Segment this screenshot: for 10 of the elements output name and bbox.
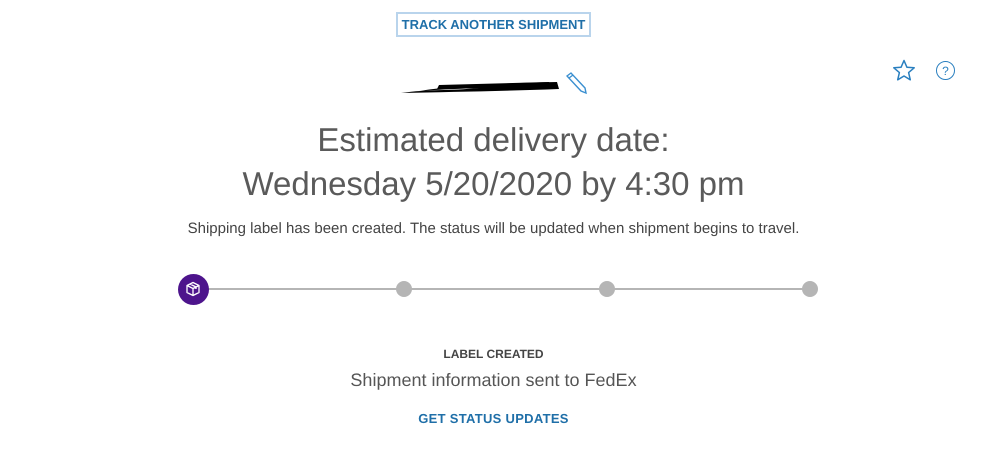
help-icon[interactable]: ? bbox=[936, 61, 955, 80]
status-title: LABEL CREATED bbox=[443, 347, 544, 361]
pencil-icon[interactable] bbox=[564, 71, 588, 95]
star-icon[interactable] bbox=[892, 59, 916, 82]
box-icon bbox=[185, 281, 201, 297]
track-shipment-button[interactable]: TRACK ANOTHER SHIPMENT bbox=[396, 12, 592, 37]
status-detail: Shipment information sent to FedEx bbox=[350, 370, 637, 391]
status-message: Shipping label has been created. The status will be updated when shipment begins to travel. bbox=[188, 220, 800, 237]
delivery-date-heading: Estimated delivery date: Wednesday 5/20/2020 by 4:30 pm bbox=[242, 120, 745, 204]
status-updates-link[interactable]: GET STATUS UPDATES bbox=[418, 411, 569, 426]
